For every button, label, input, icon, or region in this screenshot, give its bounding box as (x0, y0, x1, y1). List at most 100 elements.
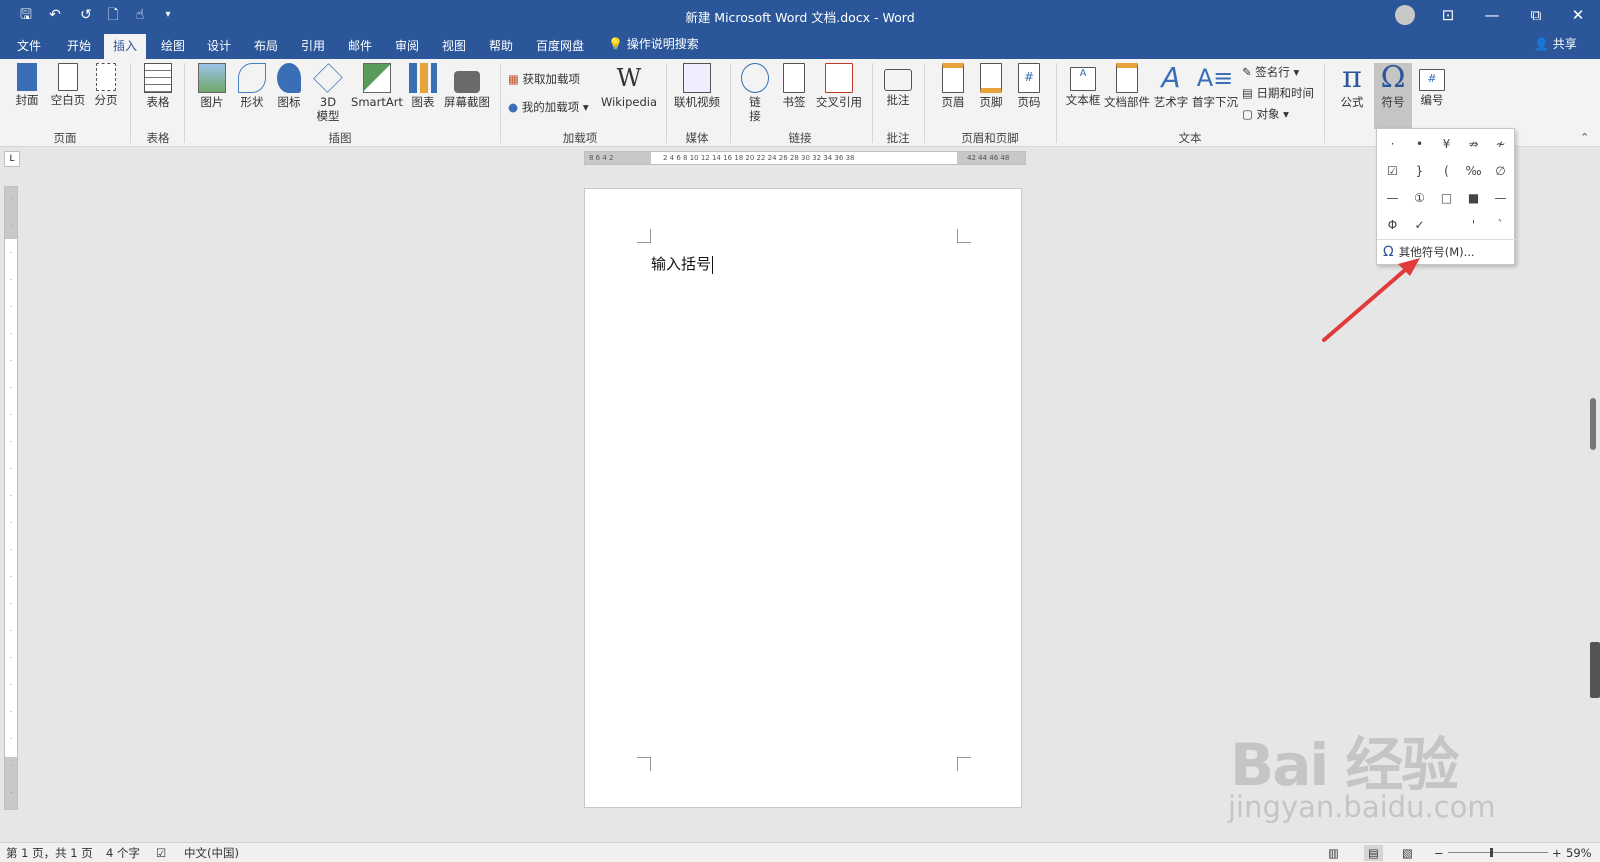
symbol-cell[interactable]: ¥ (1433, 131, 1460, 157)
blank-page-button[interactable]: 空白页 (48, 63, 88, 127)
cover-page-button[interactable]: 封面 (10, 63, 44, 127)
document-text[interactable]: 输入括号 (651, 253, 714, 274)
text-box-button[interactable]: A 文本框 (1064, 63, 1102, 127)
tab-review[interactable]: 审阅 (386, 34, 428, 59)
tab-references[interactable]: 引用 (292, 34, 334, 59)
watermark-url: jingyan.baidu.com (1228, 790, 1496, 824)
tab-home[interactable]: 开始 (58, 34, 100, 59)
3d-models-button[interactable]: 3D 模型 (310, 63, 346, 127)
online-video-button[interactable]: 联机视频 (672, 63, 722, 127)
share-button[interactable]: 👤 共享 (1534, 34, 1577, 54)
symbol-cell[interactable]: ✓ (1406, 212, 1433, 238)
signature-line-button[interactable]: ✎ 签名行 ▾ (1242, 64, 1299, 80)
minimize-button[interactable]: — (1470, 0, 1514, 30)
zoom-in-icon[interactable]: + (1552, 845, 1562, 861)
quick-parts-button[interactable]: 文档部件 (1104, 63, 1150, 127)
symbol-cell[interactable]: · (1379, 131, 1406, 157)
scrollbar-thumb[interactable] (1590, 642, 1600, 698)
symbol-cell[interactable]: • (1406, 131, 1433, 157)
maximize-button[interactable]: ⧉ (1514, 0, 1558, 30)
symbol-cell[interactable]: } (1406, 158, 1433, 184)
link-button[interactable]: 链接 (740, 63, 770, 127)
web-layout-icon[interactable]: ▧ (1402, 845, 1413, 861)
symbol-cell[interactable]: ≁ (1487, 131, 1514, 157)
object-button[interactable]: ▢ 对象 ▾ (1242, 106, 1289, 122)
wikipedia-button[interactable]: W Wikipedia (598, 63, 660, 127)
language-indicator[interactable]: 中文(中国) (184, 845, 239, 861)
header-button[interactable]: 页眉 (936, 63, 970, 127)
tab-layout[interactable]: 布局 (245, 34, 287, 59)
symbol-cell[interactable]: ' (1460, 212, 1487, 238)
symbol-cell[interactable]: — (1487, 185, 1514, 211)
ruler-tick: · (9, 357, 13, 365)
get-addins-button[interactable]: ▦ 获取加载项 (508, 71, 580, 87)
table-button[interactable]: 表格 (140, 63, 176, 127)
symbol-cell[interactable]: ∅ (1487, 158, 1514, 184)
tab-help[interactable]: 帮助 (480, 34, 522, 59)
camera-icon (454, 71, 480, 93)
drop-cap-button[interactable]: A≡ 首字下沉 (1192, 63, 1238, 127)
symbol-cell[interactable]: ■ (1460, 185, 1487, 211)
tab-file[interactable]: 文件 (8, 34, 50, 59)
smartart-button[interactable]: SmartArt (350, 63, 404, 127)
ribbon-display-options-icon[interactable]: ⊡ (1426, 0, 1470, 30)
zoom-out-icon[interactable]: − (1434, 845, 1444, 861)
icons-button[interactable]: 图标 (274, 63, 304, 127)
cross-reference-button[interactable]: 交叉引用 (814, 63, 864, 127)
symbol-cell[interactable]: ⇏ (1460, 131, 1487, 157)
symbol-cell[interactable]: ☑ (1379, 158, 1406, 184)
symbol-button[interactable]: Ω 符号 (1374, 63, 1412, 129)
screenshot-button[interactable]: 屏幕截图 (442, 63, 492, 127)
vertical-ruler[interactable]: · · · · · · · · · · · · · · · · · · · · · · · (4, 186, 18, 810)
store-icon: ▦ (508, 72, 523, 86)
wordart-button[interactable]: A 艺术字 (1152, 63, 1190, 127)
tab-selector[interactable]: L (4, 151, 20, 167)
page-break-button[interactable]: 分页 (90, 63, 122, 127)
tab-view[interactable]: 视图 (433, 34, 475, 59)
share-label: 共享 (1552, 37, 1577, 51)
close-button[interactable]: ✕ (1556, 0, 1600, 30)
symbol-cell[interactable]: — (1379, 185, 1406, 211)
word-count[interactable]: 4 个字 (106, 845, 140, 861)
tab-mailings[interactable]: 邮件 (339, 34, 381, 59)
tab-design[interactable]: 设计 (198, 34, 240, 59)
zoom-level[interactable]: 59% (1566, 845, 1592, 861)
date-time-button[interactable]: ▤ 日期和时间 (1242, 85, 1314, 101)
document-page[interactable]: 输入括号 (584, 188, 1022, 808)
ruler-tick: · (9, 438, 13, 446)
zoom-slider-thumb[interactable] (1490, 848, 1493, 857)
my-addins-button[interactable]: ● 我的加载项 ▾ (508, 99, 589, 115)
proofing-icon[interactable]: ☑ (156, 845, 166, 861)
scrollbar-thumb[interactable] (1590, 398, 1596, 450)
bookmark-button[interactable]: 书签 (778, 63, 810, 127)
tab-draw[interactable]: 绘图 (152, 34, 194, 59)
tab-insert[interactable]: 插入 (104, 34, 147, 59)
avatar[interactable] (1395, 5, 1415, 25)
picture-button[interactable]: 图片 (194, 63, 230, 127)
symbol-dropdown: · • ¥ ⇏ ≁ ☑}(‰ ∅ — ① □ ■ — Φ ✓ ' ` Ω 其他符号(M)... (1376, 128, 1516, 265)
comment-button[interactable]: 批注 (882, 63, 914, 127)
chart-button[interactable]: 图表 (408, 63, 438, 127)
zoom-slider[interactable] (1448, 852, 1548, 853)
read-mode-icon[interactable]: ▥ (1328, 845, 1339, 861)
chevron-down-icon: ▾ (1279, 107, 1289, 121)
collapse-ribbon-icon[interactable]: ⌃ (1580, 131, 1589, 144)
tab-baidu-netdisk[interactable]: 百度网盘 (527, 34, 593, 59)
number-button[interactable]: # 编号 (1414, 63, 1450, 127)
horizontal-ruler[interactable]: 8 6 4 2 2 4 6 8 10 12 14 16 18 20 22 24 … (584, 151, 1026, 165)
tell-me-search[interactable]: 💡 操作说明搜索 (608, 34, 699, 54)
shapes-button[interactable]: 形状 (234, 63, 270, 127)
symbol-cell[interactable]: ① (1406, 185, 1433, 211)
equation-button[interactable]: π 公式 (1334, 63, 1370, 127)
page-number-button[interactable]: # 页码 (1012, 63, 1046, 127)
symbol-cell[interactable]: Φ (1379, 212, 1406, 238)
symbol-cell[interactable]: ‰ (1460, 158, 1487, 184)
symbol-cell[interactable]: □ (1433, 185, 1460, 211)
more-symbols-button[interactable]: Ω 其他符号(M)... (1377, 239, 1516, 265)
symbol-cell[interactable]: ` (1487, 212, 1514, 238)
footer-button[interactable]: 页脚 (974, 63, 1008, 127)
page-count[interactable]: 第 1 页，共 1 页 (6, 845, 93, 861)
print-layout-icon[interactable]: ▤ (1364, 845, 1383, 861)
symbol-cell[interactable]: ( (1433, 158, 1460, 184)
symbol-cell[interactable] (1433, 212, 1460, 238)
